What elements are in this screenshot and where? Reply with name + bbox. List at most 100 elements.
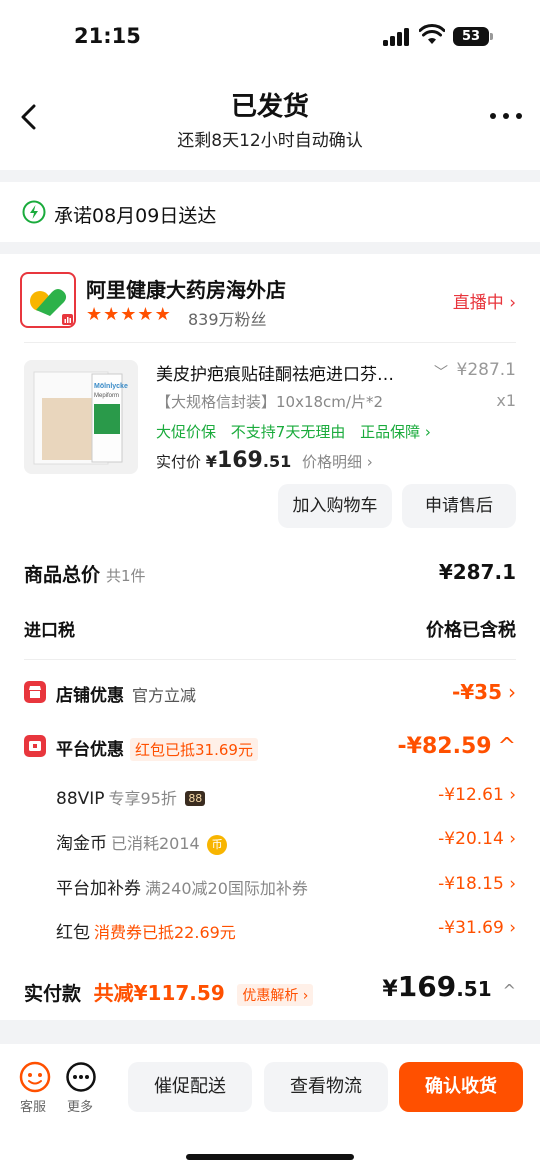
- divider: [24, 659, 516, 660]
- goods-count: 共1件: [106, 567, 146, 585]
- product-title[interactable]: 美皮护疤痕贴硅酮祛疤进口芬…: [156, 360, 420, 385]
- paid-amount-decimal: .51: [456, 977, 492, 1001]
- delivery-promise: 承诺08月09日送达: [0, 182, 540, 242]
- discount-redpacket-value[interactable]: -¥31.69 ›: [438, 918, 516, 938]
- home-indicator: [186, 1154, 354, 1160]
- product-package-image: Mölnlycke Mepiform: [24, 360, 138, 474]
- lightning-icon: [22, 200, 46, 224]
- taojinbi-coin-icon: 币: [207, 835, 228, 855]
- shop-discount-label: 店铺优惠 官方立减: [56, 681, 196, 706]
- paid-amount-yen: ¥: [382, 977, 398, 1002]
- goods-total-text: 商品总价: [24, 564, 101, 586]
- product-quantity: x1: [496, 391, 516, 410]
- star-icon: ★: [86, 304, 103, 325]
- total-saved: 共减¥117.59: [93, 981, 225, 1005]
- shop-name[interactable]: 阿里健康大药房海外店: [86, 274, 286, 303]
- delivery-promise-text: 承诺08月09日送达: [54, 205, 217, 227]
- product-brand-text: Mölnlycke: [94, 383, 128, 390]
- paid-amount-value[interactable]: ¥169.51 ^: [382, 970, 516, 1003]
- more-options-icon[interactable]: [488, 106, 524, 126]
- platform-discount-value[interactable]: -¥82.59 ^: [398, 734, 516, 759]
- cellular-signal-icon: [383, 28, 411, 46]
- divider: [24, 342, 516, 343]
- paid-amount-title: 实付款: [24, 983, 82, 1005]
- wifi-icon: [419, 24, 445, 44]
- customer-service-label[interactable]: 客服: [20, 1096, 46, 1115]
- discount-redpacket-sub: 消费券已抵22.69元: [94, 923, 236, 942]
- more-circle-icon[interactable]: [64, 1060, 98, 1094]
- confirm-receipt-button[interactable]: 确认收货: [399, 1062, 523, 1112]
- tag-price-protection: 大促价保: [156, 423, 217, 441]
- page-header: 已发货 还剩8天12小时自动确认: [0, 72, 540, 170]
- chevron-up-icon: ^: [502, 981, 516, 1000]
- auto-confirm-countdown: 还剩8天12小时自动确认: [177, 131, 363, 151]
- status-time: 21:15: [74, 24, 141, 48]
- shop-rating-stars: ★ ★ ★ ★ ★: [86, 305, 172, 325]
- product-price: ¥287.1: [456, 360, 516, 380]
- product-service-tags[interactable]: 大促价保 不支持7天无理由 正品保障 ›: [156, 421, 441, 442]
- shop-discount-amount: -¥35: [451, 680, 502, 704]
- discount-coin-sub: 已消耗2014: [111, 834, 200, 853]
- chevron-right-icon: ›: [508, 680, 516, 704]
- paid-price-yen: ¥: [205, 452, 217, 471]
- order-card: 阿里健康大药房海外店 ★ ★ ★ ★ ★ 839万粉丝 直播中 › Mölnlycke …: [0, 254, 540, 1020]
- paid-price-integer: 169: [216, 448, 263, 473]
- discount-88vip-sub: 专享95折: [108, 789, 177, 808]
- goods-total-value: ¥287.1: [438, 560, 516, 584]
- platform-discount-title: 平台优惠: [56, 740, 124, 760]
- paid-amount-integer: 169: [397, 970, 457, 1003]
- shop-logo[interactable]: [20, 272, 76, 328]
- discount-analysis-link[interactable]: 优惠解析 ›: [237, 984, 314, 1006]
- view-logistics-button[interactable]: 查看物流: [264, 1062, 388, 1112]
- live-streaming-link[interactable]: 直播中 ›: [453, 288, 516, 313]
- discount-coin-value[interactable]: -¥20.14 ›: [438, 829, 516, 849]
- shop-logo-icon: [30, 289, 73, 325]
- product-image[interactable]: Mölnlycke Mepiform: [24, 360, 138, 474]
- red-packet-badge: 红包已抵31.69元: [130, 738, 258, 761]
- add-to-cart-button[interactable]: 加入购物车: [278, 484, 392, 528]
- shop-discount-title: 店铺优惠: [56, 686, 124, 706]
- discount-88vip-value[interactable]: -¥12.61 ›: [438, 785, 516, 805]
- shop-discount-icon: [24, 681, 46, 703]
- discount-coin-name: 淘金币: [56, 834, 107, 854]
- product-brand-subtext: Mepiform: [94, 393, 119, 399]
- shop-fans-count: 839万粉丝: [188, 310, 267, 329]
- goods-total-label: 商品总价 共1件: [24, 560, 146, 587]
- star-icon: ★: [103, 304, 120, 325]
- vip88-badge-icon: 88: [185, 791, 206, 806]
- star-icon: ★: [154, 304, 171, 325]
- discount-redpacket-row: 红包 消费券已抵22.69元: [56, 918, 236, 943]
- shop-discount-sub: 官方立减: [132, 686, 197, 705]
- import-tax-value: 价格已含税: [426, 620, 516, 641]
- discount-coin-row: 淘金币 已消耗2014 币: [56, 829, 228, 855]
- platform-discount-amount: -¥82.59: [397, 734, 492, 759]
- discount-coupon-row: 平台加补券 满240减20国际加补券: [56, 874, 308, 899]
- battery-icon: 53: [453, 27, 493, 46]
- platform-discount-icon: [24, 735, 46, 757]
- star-icon: ★: [137, 304, 154, 325]
- section-gap: [0, 242, 540, 254]
- request-after-sale-button[interactable]: 申请售后: [402, 484, 516, 528]
- chevron-down-icon[interactable]: ﹀: [434, 362, 448, 382]
- discount-coupon-name: 平台加补券: [56, 879, 141, 899]
- bottom-action-bar: 客服 更多 催促配送 查看物流 确认收货: [0, 1044, 540, 1170]
- section-gap: [0, 170, 540, 182]
- tag-no-7day-return: 不支持7天无理由: [230, 423, 346, 441]
- status-bar: 21:15 53: [0, 0, 540, 72]
- urge-delivery-button[interactable]: 催促配送: [128, 1062, 252, 1112]
- chevron-up-icon: ^: [497, 734, 516, 759]
- discount-88vip-name: 88VIP: [56, 789, 105, 809]
- section-gap: [0, 1020, 540, 1044]
- customer-service-icon[interactable]: [18, 1060, 52, 1094]
- more-label[interactable]: 更多: [67, 1096, 93, 1115]
- paid-price-label: 实付价: [156, 453, 202, 471]
- paid-amount-label: 实付款 共减¥117.59 优惠解析 ›: [24, 977, 314, 1006]
- platform-discount-label: 平台优惠 红包已抵31.69元: [56, 735, 258, 761]
- discount-88vip-row: 88VIP 专享95折 88: [56, 785, 206, 809]
- price-detail-link[interactable]: 价格明细 ›: [302, 453, 373, 471]
- tag-genuine-guarantee: 正品保障 ›: [360, 423, 431, 441]
- shop-discount-value[interactable]: -¥35 ›: [452, 680, 516, 704]
- product-paid-price: 实付价 ¥169.51 价格明细 ›: [156, 448, 373, 473]
- product-spec: 【大规格信封装】10x18cm/片*2: [156, 393, 384, 411]
- discount-coupon-value[interactable]: -¥18.15 ›: [438, 874, 516, 894]
